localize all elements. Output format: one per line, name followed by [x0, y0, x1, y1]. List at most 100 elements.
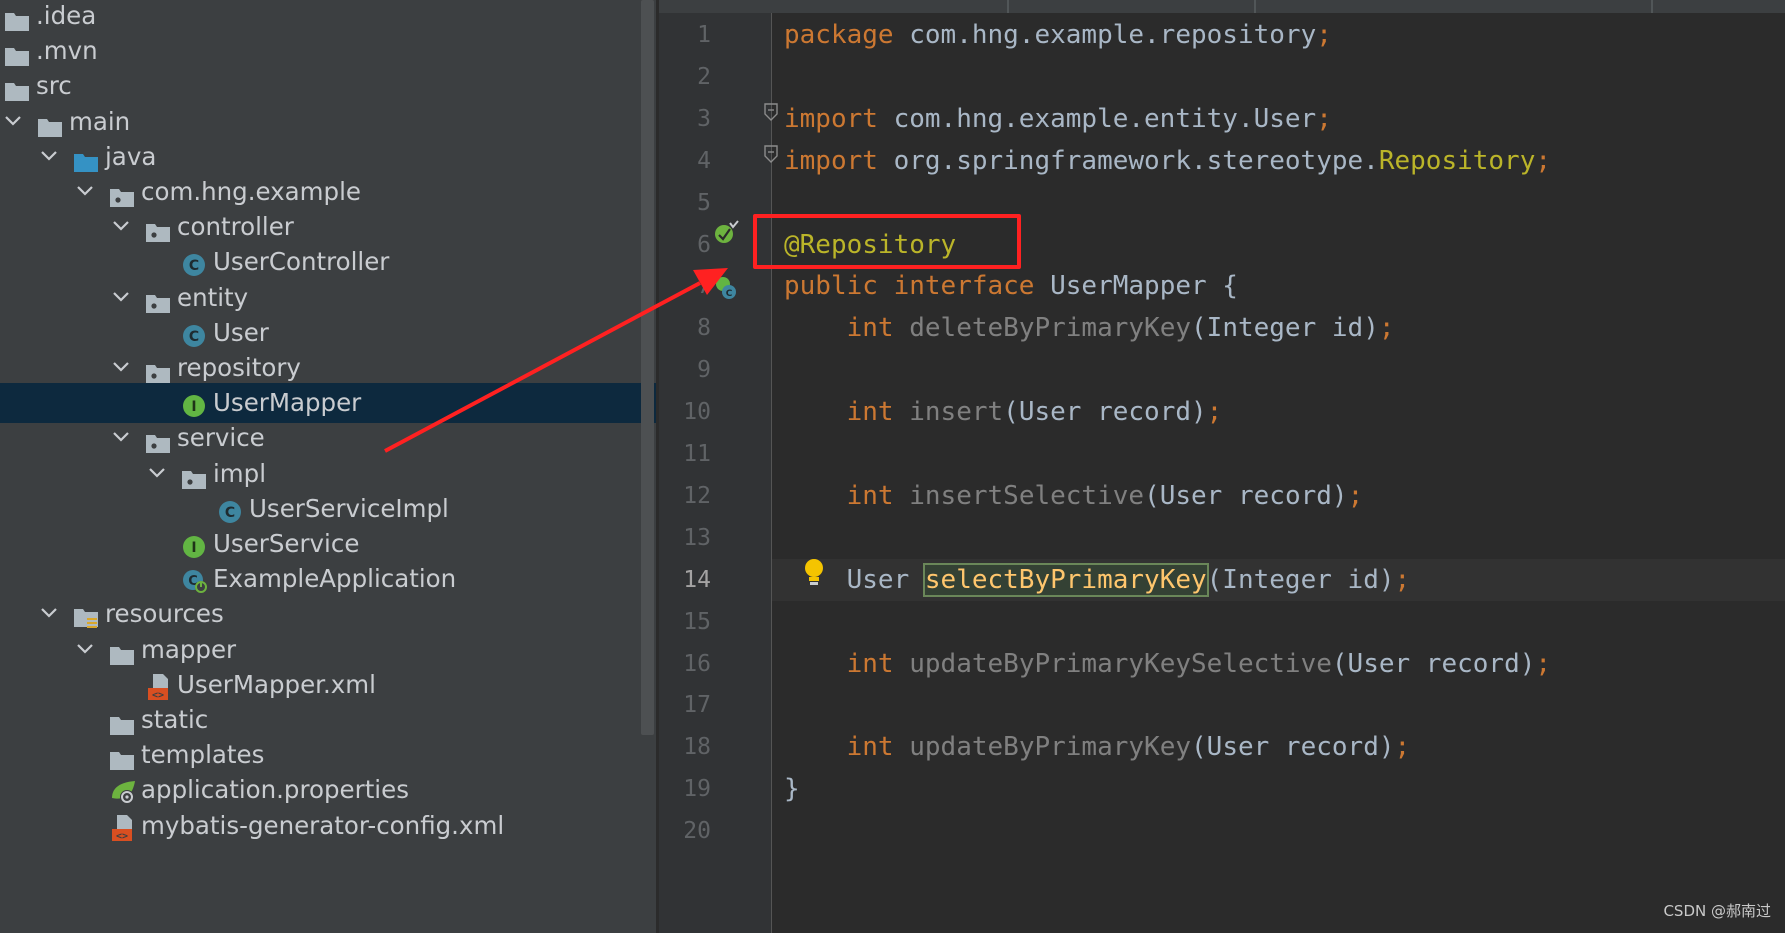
- tree-item-usercontroller[interactable]: C UserController: [0, 242, 656, 282]
- tree-item-usermapper-xml[interactable]: <> UserMapper.xml: [0, 665, 656, 705]
- tree-item-impl[interactable]: impl: [0, 454, 656, 494]
- tree-item-label: src: [36, 71, 72, 101]
- code-line[interactable]: int insertSelective(User record);: [784, 475, 1364, 517]
- code-line[interactable]: User selectByPrimaryKey(Integer id);: [784, 559, 1410, 601]
- code-token: com.hng.example.repository: [893, 20, 1317, 50]
- line-number: 18: [683, 734, 711, 761]
- tree-item-entity[interactable]: entity: [0, 278, 656, 318]
- folder-icon: [109, 743, 135, 771]
- tree-item-user[interactable]: C User: [0, 313, 656, 353]
- tree-item-main[interactable]: main: [0, 102, 656, 142]
- code-line[interactable]: }: [784, 768, 800, 810]
- tree-item-mybatis-generator-config-xml[interactable]: <> mybatis-generator-config.xml: [0, 806, 656, 846]
- fold-icon[interactable]: [763, 102, 779, 126]
- lightbulb-icon[interactable]: [801, 557, 827, 593]
- chevron-down-icon[interactable]: [74, 630, 96, 670]
- code-line[interactable]: import com.hng.example.entity.User;: [784, 98, 1332, 140]
- chevron-down-icon[interactable]: [110, 278, 132, 318]
- tree-item-resources[interactable]: resources: [0, 594, 656, 634]
- tree-item-mvn[interactable]: .mvn: [0, 31, 656, 71]
- code-token: Repository: [1378, 145, 1536, 176]
- spring-bean-icon[interactable]: [713, 219, 739, 250]
- folder-icon: [109, 638, 135, 665]
- tree-item-com-hng-example[interactable]: com.hng.example: [0, 172, 656, 212]
- line-number: 6: [697, 231, 711, 258]
- chevron-down-icon[interactable]: [110, 207, 132, 247]
- folder-icon: [4, 4, 30, 31]
- code-token: updateByPrimaryKey: [909, 732, 1192, 763]
- tree-item-label: entity: [177, 282, 249, 312]
- code-line[interactable]: import org.springframework.stereotype.Re…: [784, 140, 1551, 182]
- code-token: (User record): [1331, 648, 1536, 679]
- tree-item-repository[interactable]: repository: [0, 348, 656, 388]
- code-line[interactable]: int insert(User record);: [784, 391, 1223, 433]
- tree-item-label: repository: [177, 353, 301, 382]
- highlighted-identifier: selectByPrimaryKey: [922, 562, 1209, 597]
- line-number: 16: [683, 650, 711, 677]
- code-token: (User record): [1144, 480, 1348, 511]
- tree-item-label: static: [141, 705, 209, 734]
- tree-item-label: mybatis-generator-config.xml: [141, 810, 505, 840]
- code-token: public: [784, 271, 878, 302]
- fold-icon[interactable]: [763, 144, 779, 168]
- tree-item-src[interactable]: src: [0, 66, 656, 106]
- code-token: (Integer id): [1191, 313, 1379, 344]
- code-line[interactable]: int updateByPrimaryKeySelective(User rec…: [784, 643, 1551, 685]
- line-number: 7: [697, 273, 711, 300]
- code-line[interactable]: package com.hng.example.repository;: [784, 14, 1332, 56]
- svg-text:C: C: [225, 505, 235, 521]
- tree-item-controller[interactable]: controller: [0, 207, 656, 247]
- chevron-down-icon[interactable]: [2, 102, 24, 142]
- resources-folder-icon: [73, 602, 99, 629]
- tree-item-label: resources: [105, 599, 224, 629]
- tree-item-service[interactable]: service: [0, 418, 656, 458]
- line-number: 17: [683, 692, 711, 719]
- tree-item-application-properties[interactable]: application.properties: [0, 770, 656, 810]
- svg-text:I: I: [191, 399, 196, 415]
- tree-item-static[interactable]: static: [0, 700, 656, 740]
- tree-item-templates[interactable]: templates: [0, 735, 656, 775]
- chevron-down-icon[interactable]: [38, 137, 60, 177]
- code-token: ;: [1535, 648, 1552, 679]
- editor-tab-strip: [659, 0, 1785, 13]
- line-number: 9: [697, 357, 711, 384]
- tree-item-mapper[interactable]: mapper: [0, 630, 656, 670]
- code-line[interactable]: int deleteByPrimaryKey(Integer id);: [784, 307, 1395, 349]
- tree-item-userservice[interactable]: I UserService: [0, 524, 656, 564]
- tree-scrollbar[interactable]: [641, 0, 654, 735]
- code-token: ;: [1206, 397, 1223, 428]
- tree-item-label: impl: [213, 458, 267, 488]
- tree-item-label: templates: [141, 740, 265, 770]
- implemented-icon[interactable]: C: [713, 275, 739, 305]
- xml-file-icon: <>: [145, 673, 171, 701]
- code-editor[interactable]: 1 2 3 4 5 6 7 8 9 10 11 12 13 14 15 16 17 18 19 20 package …: [659, 0, 1785, 933]
- tree-item-label: UserController: [213, 247, 390, 277]
- package-icon: [145, 215, 171, 243]
- chevron-down-icon[interactable]: [74, 172, 96, 212]
- chevron-down-icon[interactable]: [38, 594, 60, 634]
- code-token: int: [846, 480, 894, 511]
- code-line[interactable]: int updateByPrimaryKey(User record);: [784, 726, 1411, 768]
- chevron-down-icon[interactable]: [110, 418, 132, 458]
- chevron-down-icon[interactable]: [110, 348, 132, 388]
- code-token: (User record): [1191, 732, 1395, 763]
- line-number: 20: [683, 818, 711, 845]
- folder-icon: [37, 110, 63, 137]
- line-number: 12: [683, 482, 711, 509]
- tree-item-usermapper[interactable]: I UserMapper: [0, 383, 656, 424]
- code-line[interactable]: public interface UserMapper {: [784, 265, 1238, 307]
- tree-item-exampleapplication[interactable]: C ExampleApplication: [0, 559, 656, 599]
- code-token: (Integer id): [1206, 564, 1395, 595]
- tree-item-userserviceimpl[interactable]: C UserServiceImpl: [0, 489, 656, 529]
- chevron-down-icon[interactable]: [146, 454, 168, 494]
- code-token: com.hng.example.entity.User: [877, 103, 1317, 134]
- code-token: import: [784, 103, 878, 134]
- tree-item-java[interactable]: java: [0, 137, 656, 177]
- line-number: 2: [697, 63, 711, 90]
